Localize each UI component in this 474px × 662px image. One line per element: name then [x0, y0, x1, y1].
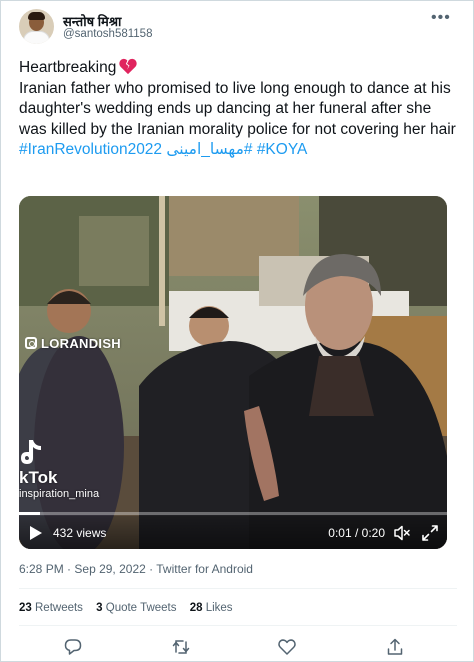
tweet-actions: [1, 637, 474, 659]
more-options-icon[interactable]: •••: [431, 9, 451, 27]
divider: [19, 625, 457, 626]
tweet-card: सन्तोष मिश्रा @santosh581158 ••• Heartbr…: [0, 0, 474, 662]
quotes-label: Quote Tweets: [105, 602, 177, 614]
video-progress-bar[interactable]: [19, 512, 447, 515]
tweet-headline: Heartbreaking: [19, 57, 457, 79]
tweet-meta: 6:28 PM · Sep 29, 2022 · Twitter for And…: [19, 562, 253, 576]
play-icon[interactable]: [29, 525, 43, 541]
video-controls: 432 views 0:01 / 0:20: [19, 516, 447, 549]
reply-icon[interactable]: [63, 637, 83, 657]
tweet-date: Sep 29, 2022: [74, 562, 146, 576]
avatar-hair: [28, 12, 45, 20]
like-icon[interactable]: [277, 637, 297, 657]
broken-heart-icon: [119, 58, 138, 75]
mute-icon[interactable]: [393, 524, 411, 542]
divider: [19, 588, 457, 589]
camera-icon: [25, 337, 37, 349]
retweets-stat[interactable]: 23 Retweets: [19, 602, 83, 614]
tweet-stats: 23 Retweets 3 Quote Tweets 28 Likes: [19, 602, 243, 614]
retweets-count: 23: [19, 602, 32, 614]
view-count: 432 views: [53, 526, 107, 540]
tiktok-logo-icon: [21, 440, 41, 464]
watermark-text: LORANDISH: [41, 336, 121, 351]
meta-separator: ·: [67, 562, 72, 576]
video-watermark: LORANDISH: [25, 336, 121, 351]
likes-count: 28: [189, 602, 203, 614]
likes-stat[interactable]: 28 Likes: [190, 602, 233, 614]
retweet-icon[interactable]: [171, 637, 191, 657]
quote-tweets-stat[interactable]: 3 Quote Tweets: [96, 602, 176, 614]
username[interactable]: @santosh581158: [63, 28, 152, 40]
share-icon[interactable]: [385, 637, 405, 657]
retweets-label: Retweets: [35, 602, 83, 614]
video-player[interactable]: LORANDISH kTok inspiration_mina 432 view…: [19, 196, 447, 549]
tiktok-label: kTok: [19, 468, 58, 487]
quotes-count: 3: [96, 602, 103, 614]
fullscreen-icon[interactable]: [421, 524, 439, 542]
avatar-shirt: [23, 31, 50, 44]
tweet-body: Iranian father who promised to live long…: [19, 79, 456, 138]
tiktok-username: inspiration_mina: [19, 488, 100, 500]
tweet-source[interactable]: Twitter for Android: [156, 562, 253, 576]
headline-text: Heartbreaking: [19, 59, 117, 76]
hashtags: #IranRevolution2022 #مهسا_امینی #KOYA: [19, 140, 457, 161]
meta-separator: ·: [149, 562, 154, 576]
video-progress-fill: [19, 512, 41, 515]
likes-label: Likes: [205, 602, 233, 614]
tweet-timestamp[interactable]: 6:28 PM · Sep 29, 2022: [19, 562, 146, 576]
hashtag-koya[interactable]: #KOYA: [257, 141, 308, 158]
hashtag-iranrevolution[interactable]: #IranRevolution2022: [19, 141, 162, 158]
tweet-time: 6:28 PM: [19, 562, 64, 576]
avatar[interactable]: [19, 9, 54, 44]
video-time: 0:01 / 0:20: [328, 526, 385, 540]
tweet-text: Heartbreaking Iranian father who promise…: [19, 57, 457, 161]
hashtag-mahsa-amini[interactable]: #مهسا_امینی: [166, 141, 252, 158]
